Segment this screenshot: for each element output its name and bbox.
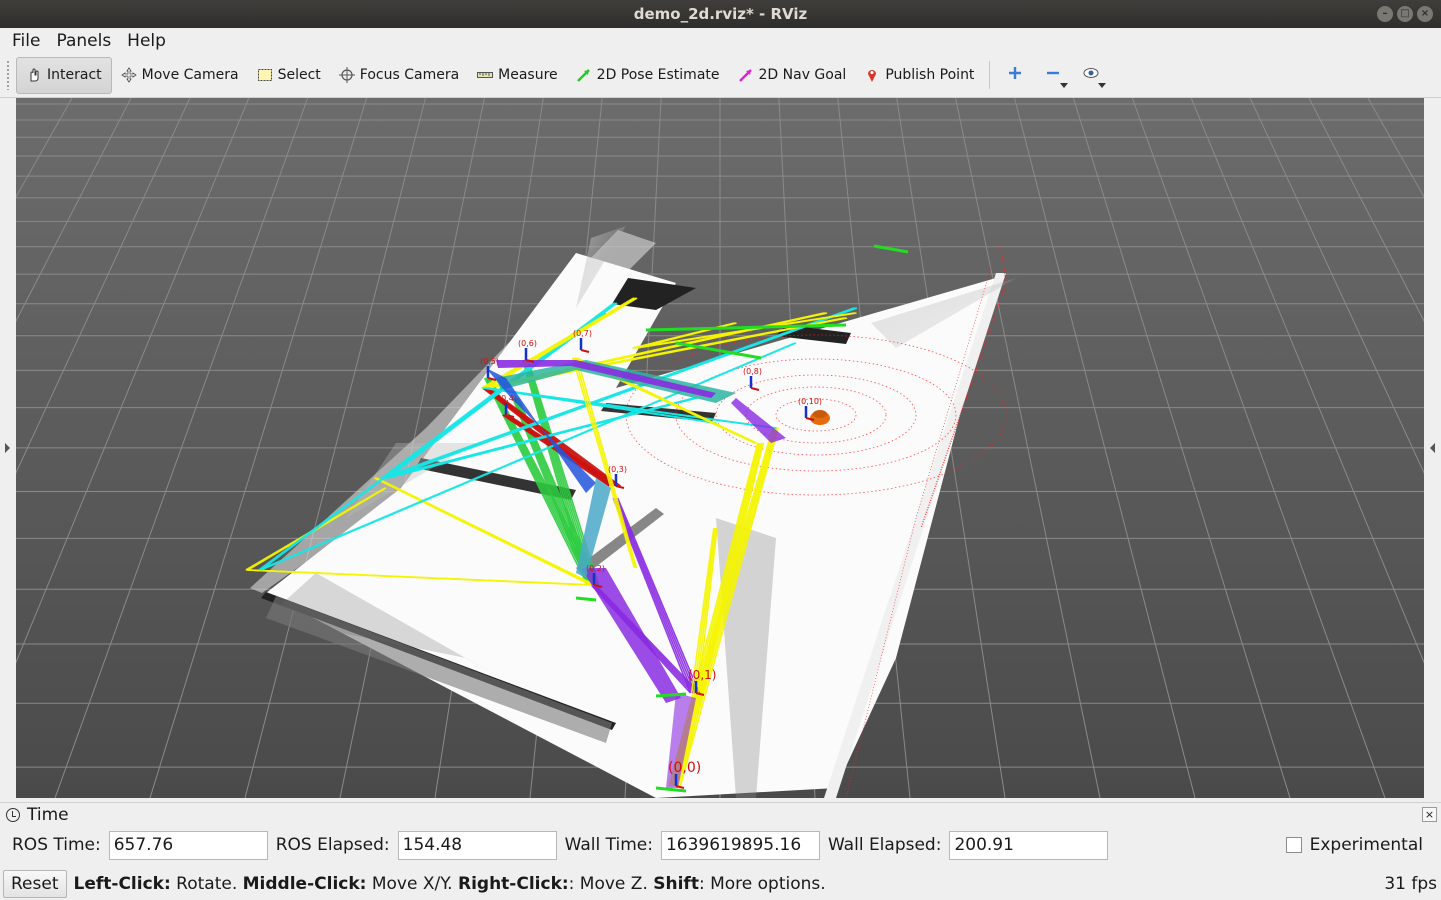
ros-time-label: ROS Time: — [12, 835, 101, 855]
experimental-checkbox[interactable] — [1285, 837, 1302, 853]
node-label: (0,4) — [498, 394, 517, 403]
menu-file-label: File — [12, 30, 41, 51]
menu-bar: File Panels Help — [0, 28, 1441, 53]
node-label: (0,5) — [480, 357, 499, 366]
maximize-icon[interactable]: □ — [1397, 6, 1413, 22]
fps-counter: 31 fps — [1384, 874, 1437, 894]
window-controls: – □ × — [1377, 6, 1433, 22]
tool-interact[interactable]: Interact — [16, 56, 112, 94]
time-panel-header: Time × — [0, 803, 1441, 827]
menu-help-label: Help — [127, 30, 166, 51]
node-label: (0,3) — [608, 465, 627, 474]
tool-select-label: Select — [277, 67, 321, 83]
wall-time-field[interactable]: 1639619895.16 — [660, 830, 820, 860]
ros-elapsed-field[interactable]: 154.48 — [397, 830, 557, 860]
time-panel: Time × ROS Time: 657.76 ROS Elapsed: 154… — [0, 802, 1441, 868]
hint-rotate: Rotate. — [170, 874, 243, 894]
menu-panels-label: Panels — [56, 30, 112, 51]
node-label: (0,10) — [798, 397, 822, 406]
node-label: (0,0) — [668, 760, 701, 776]
green-arrow-icon — [576, 67, 592, 83]
camera-type-icon — [1083, 67, 1099, 83]
expand-left-icon — [5, 443, 10, 453]
hint-left-click: Left-Click: — [73, 874, 171, 894]
expand-right-icon — [1430, 443, 1435, 453]
tool-measure-label: Measure — [498, 67, 558, 83]
wall-elapsed-field[interactable]: 200.91 — [949, 830, 1109, 860]
wall-time-label: Wall Time: — [564, 835, 653, 855]
experimental-label: Experimental — [1309, 835, 1423, 855]
render-viewport[interactable]: (0,0) (0,1) (0,2) (0,3) (0,4) (0,5) (0,6) (0,7)… — [16, 98, 1424, 798]
chevron-down-icon — [1060, 82, 1069, 88]
minimize-icon[interactable]: – — [1377, 6, 1393, 22]
tool-publish-point-label: Publish Point — [885, 67, 975, 83]
reset-button[interactable]: Reset — [3, 870, 67, 898]
close-icon[interactable]: × — [1422, 807, 1437, 822]
tool-2d-pose-estimate[interactable]: 2D Pose Estimate — [567, 57, 729, 94]
wall-elapsed-label: Wall Elapsed: — [827, 835, 942, 855]
scene-canvas[interactable]: (0,0) (0,1) (0,2) (0,3) (0,4) (0,5) (0,6) (0,7)… — [16, 98, 1424, 798]
time-fields-row: ROS Time: 657.76 ROS Elapsed: 154.48 Wal… — [0, 827, 1441, 863]
left-dock-handle[interactable] — [0, 98, 16, 798]
right-dock-handle[interactable] — [1424, 98, 1441, 798]
tool-publish-point[interactable]: Publish Point — [855, 57, 983, 94]
hint-move-z: : Move Z. — [568, 874, 654, 894]
node-label: (0,6) — [518, 339, 537, 348]
tool-focus-camera-label: Focus Camera — [359, 67, 460, 83]
add-tool-icon — [1008, 66, 1022, 84]
hint-more-options: : More options. — [698, 874, 826, 894]
node-label: (0,7) — [573, 329, 592, 338]
clock-icon — [6, 808, 20, 822]
status-hint: Left-Click: Rotate. Middle-Click: Move X… — [74, 874, 826, 894]
hint-move-xy: Move X/Y. — [366, 874, 458, 894]
window-title: demo_2d.rviz* - RViz — [633, 5, 808, 23]
tool-move-camera-label: Move Camera — [141, 67, 239, 83]
node-label: (0,2) — [586, 564, 605, 573]
menu-panels[interactable]: Panels — [48, 31, 119, 51]
window-titlebar: demo_2d.rviz* - RViz – □ × — [0, 0, 1441, 28]
close-icon[interactable]: × — [1417, 6, 1433, 22]
remove-tool-button[interactable] — [1034, 57, 1072, 94]
tool-interact-label: Interact — [47, 67, 102, 83]
toolbar-separator — [989, 61, 991, 89]
add-tool-button[interactable] — [996, 57, 1034, 94]
remove-tool-icon — [1046, 66, 1060, 84]
tool-select[interactable]: Select — [248, 57, 330, 94]
tool-focus-camera[interactable]: Focus Camera — [330, 57, 468, 94]
status-bar: Reset Left-Click: Rotate. Middle-Click: … — [0, 868, 1441, 900]
hint-middle-click: Middle-Click: — [242, 874, 367, 894]
menu-help[interactable]: Help — [119, 31, 174, 51]
magenta-arrow-icon — [738, 67, 754, 83]
menu-file[interactable]: File — [4, 31, 48, 51]
hand-pointer-icon — [26, 67, 42, 83]
camera-type-button[interactable] — [1072, 57, 1110, 94]
tool-2d-pose-estimate-label: 2D Pose Estimate — [596, 67, 720, 83]
tools-toolbar: Interact Move Camera Select Focus Camera… — [0, 53, 1441, 98]
node-label: (0,1) — [688, 668, 716, 682]
time-panel-title: Time — [27, 805, 69, 825]
hint-shift: Shift — [653, 874, 699, 894]
node-label: (0,8) — [743, 367, 762, 376]
tool-2d-nav-goal[interactable]: 2D Nav Goal — [729, 57, 856, 94]
chevron-down-icon — [1098, 82, 1107, 88]
toolbar-grip[interactable] — [6, 60, 10, 90]
select-rectangle-icon — [257, 67, 273, 83]
ros-elapsed-label: ROS Elapsed: — [275, 835, 390, 855]
move-arrows-icon — [120, 67, 137, 83]
tool-move-camera[interactable]: Move Camera — [112, 57, 248, 94]
tool-2d-nav-goal-label: 2D Nav Goal — [758, 67, 847, 83]
map-pin-icon — [864, 67, 880, 83]
ruler-icon — [477, 67, 494, 83]
ros-time-field[interactable]: 657.76 — [108, 830, 268, 860]
crosshair-icon — [338, 67, 355, 83]
hint-right-click: Right-Click: — [457, 874, 569, 894]
tool-measure[interactable]: Measure — [468, 57, 567, 94]
